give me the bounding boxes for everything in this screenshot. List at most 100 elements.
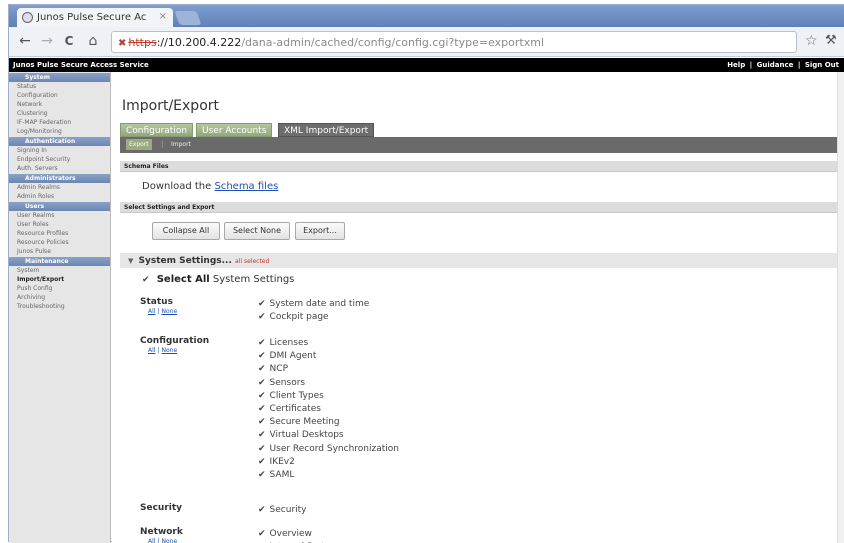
header-separator: |: [749, 61, 753, 69]
select-none-link[interactable]: None: [161, 538, 177, 543]
sidebar-section-header[interactable]: Authentication: [9, 137, 110, 146]
back-icon[interactable]: ←: [17, 33, 33, 49]
setting-option[interactable]: ✔ User Record Synchronization: [258, 444, 399, 454]
sidebar-item[interactable]: User Roles: [9, 220, 110, 229]
sidebar-item[interactable]: Endpoint Security: [9, 155, 110, 164]
select-none-link[interactable]: None: [161, 308, 177, 315]
checkbox[interactable]: ✔: [258, 351, 266, 361]
sidebar-item[interactable]: Clustering: [9, 109, 110, 118]
sidebar-item[interactable]: Import/Export: [9, 275, 110, 284]
sidebar-section-header[interactable]: Administrators: [9, 174, 110, 183]
reload-icon[interactable]: C: [61, 33, 77, 49]
sidebar-item[interactable]: Resource Profiles: [9, 229, 110, 238]
setting-option[interactable]: ✔ SAML: [258, 470, 294, 480]
select-all-row[interactable]: ✔ Select All System Settings: [142, 274, 294, 285]
sidebar-section-header[interactable]: Maintenance: [9, 257, 110, 266]
select-all-link[interactable]: All: [148, 538, 155, 543]
new-tab-button[interactable]: [174, 11, 202, 25]
setting-option[interactable]: ✔ Certificates: [258, 404, 321, 414]
tab-xml-import-export[interactable]: XML Import/Export: [278, 123, 375, 137]
tab-user-accounts[interactable]: User Accounts: [196, 123, 273, 137]
setting-option[interactable]: ✔ DMI Agent: [258, 351, 316, 361]
sidebar-item[interactable]: Log/Monitoring: [9, 127, 110, 136]
checkbox[interactable]: ✔: [258, 457, 266, 467]
help-link[interactable]: Help: [727, 61, 745, 69]
wrench-menu-icon[interactable]: ⚒: [825, 33, 837, 48]
checkbox[interactable]: ✔: [258, 391, 266, 401]
sidebar-item[interactable]: Network: [9, 100, 110, 109]
sidebar-section-header[interactable]: Users: [9, 202, 110, 211]
tab-configuration[interactable]: Configuration: [120, 123, 194, 137]
setting-option[interactable]: ✔ Security: [258, 505, 307, 515]
setting-option[interactable]: ✔ Licenses: [258, 338, 308, 348]
collapse-arrow-icon[interactable]: ▼: [128, 257, 133, 265]
forward-icon[interactable]: →: [39, 33, 55, 49]
export-button[interactable]: Export...: [295, 222, 345, 240]
setting-option[interactable]: ✔ Client Types: [258, 391, 324, 401]
close-tab-icon[interactable]: ×: [159, 11, 167, 22]
option-label: User Record Synchronization: [269, 443, 399, 454]
setting-option[interactable]: ✔ Overview: [258, 529, 312, 539]
sidebar-item[interactable]: Resource Policies: [9, 238, 110, 247]
link-separator: |: [157, 308, 160, 315]
checkbox[interactable]: ✔: [258, 299, 266, 309]
checkbox[interactable]: ✔: [258, 444, 266, 454]
sidebar-item[interactable]: IF-MAP Federation: [9, 118, 110, 127]
sidebar-item[interactable]: Signing In: [9, 146, 110, 155]
select-all-link[interactable]: All: [148, 347, 155, 354]
select-all-suffix: System Settings: [212, 274, 295, 285]
app-header: Junos Pulse Secure Access Service Help |…: [9, 58, 844, 72]
checkbox[interactable]: ✔: [258, 378, 266, 388]
checkbox[interactable]: ✔: [258, 470, 266, 480]
setting-option[interactable]: ✔ IKEv2: [258, 457, 295, 467]
vertical-scrollbar[interactable]: [837, 72, 844, 543]
checkbox[interactable]: ✔: [258, 364, 266, 374]
checkbox[interactable]: ✔: [258, 505, 266, 515]
tab-strip: Junos Pulse Secure Ac ×: [9, 5, 844, 27]
checkbox[interactable]: ✔: [258, 529, 266, 539]
address-bar[interactable]: ✖ https://10.200.4.222/dana-admin/cached/…: [111, 31, 797, 53]
checkbox[interactable]: ✔: [258, 417, 266, 427]
bookmark-star-icon[interactable]: ☆: [805, 33, 818, 49]
sidebar-section-header[interactable]: System: [9, 73, 110, 82]
schema-files-link[interactable]: Schema files: [214, 181, 278, 192]
sidebar-item[interactable]: Auth. Servers: [9, 164, 110, 173]
setting-option[interactable]: ✔ Cockpit page: [258, 312, 329, 322]
select-none-button[interactable]: Select None: [224, 222, 290, 240]
sign-out-link[interactable]: Sign Out: [805, 61, 839, 69]
setting-option[interactable]: ✔ Secure Meeting: [258, 417, 340, 427]
sidebar-item[interactable]: System: [9, 266, 110, 275]
select-settings-header: Select Settings and Export: [120, 202, 844, 213]
setting-option[interactable]: ✔ System date and time: [258, 299, 369, 309]
checkbox[interactable]: ✔: [258, 312, 266, 322]
subtab-import[interactable]: Import: [168, 139, 194, 150]
subtab-export[interactable]: Export: [126, 139, 152, 150]
setting-option[interactable]: ✔ Sensors: [258, 378, 305, 388]
select-all-link[interactable]: All: [148, 308, 155, 315]
sidebar-item[interactable]: Junos Pulse: [9, 247, 110, 256]
checkbox[interactable]: ✔: [258, 430, 266, 440]
option-label: NCP: [269, 364, 288, 375]
sidebar-item[interactable]: Admin Realms: [9, 183, 110, 192]
sidebar-item[interactable]: Configuration: [9, 91, 110, 100]
select-all-checkbox[interactable]: ✔: [142, 275, 150, 285]
option-label: Certificates: [269, 404, 321, 414]
option-label: Client Types: [269, 390, 324, 401]
sidebar-item[interactable]: Push Config: [9, 284, 110, 293]
checkbox[interactable]: ✔: [258, 404, 266, 414]
sidebar-item[interactable]: User Realms: [9, 211, 110, 220]
sidebar-item[interactable]: Archiving: [9, 293, 110, 302]
sidebar-item[interactable]: Status: [9, 82, 110, 91]
select-none-link[interactable]: None: [161, 347, 177, 354]
option-label: SAML: [269, 470, 295, 480]
guidance-link[interactable]: Guidance: [757, 61, 794, 69]
browser-tab[interactable]: Junos Pulse Secure Ac ×: [17, 8, 173, 27]
home-icon[interactable]: ⌂: [85, 33, 101, 49]
collapse-all-button[interactable]: Collapse All: [152, 222, 220, 240]
sidebar-item[interactable]: Troubleshooting: [9, 302, 110, 311]
setting-option[interactable]: ✔ NCP: [258, 364, 288, 374]
checkbox[interactable]: ✔: [258, 338, 266, 348]
sidebar-item[interactable]: Admin Roles: [9, 192, 110, 201]
setting-option[interactable]: ✔ Virtual Desktops: [258, 430, 344, 440]
system-settings-header[interactable]: ▼ System Settings... all selected: [120, 253, 844, 268]
